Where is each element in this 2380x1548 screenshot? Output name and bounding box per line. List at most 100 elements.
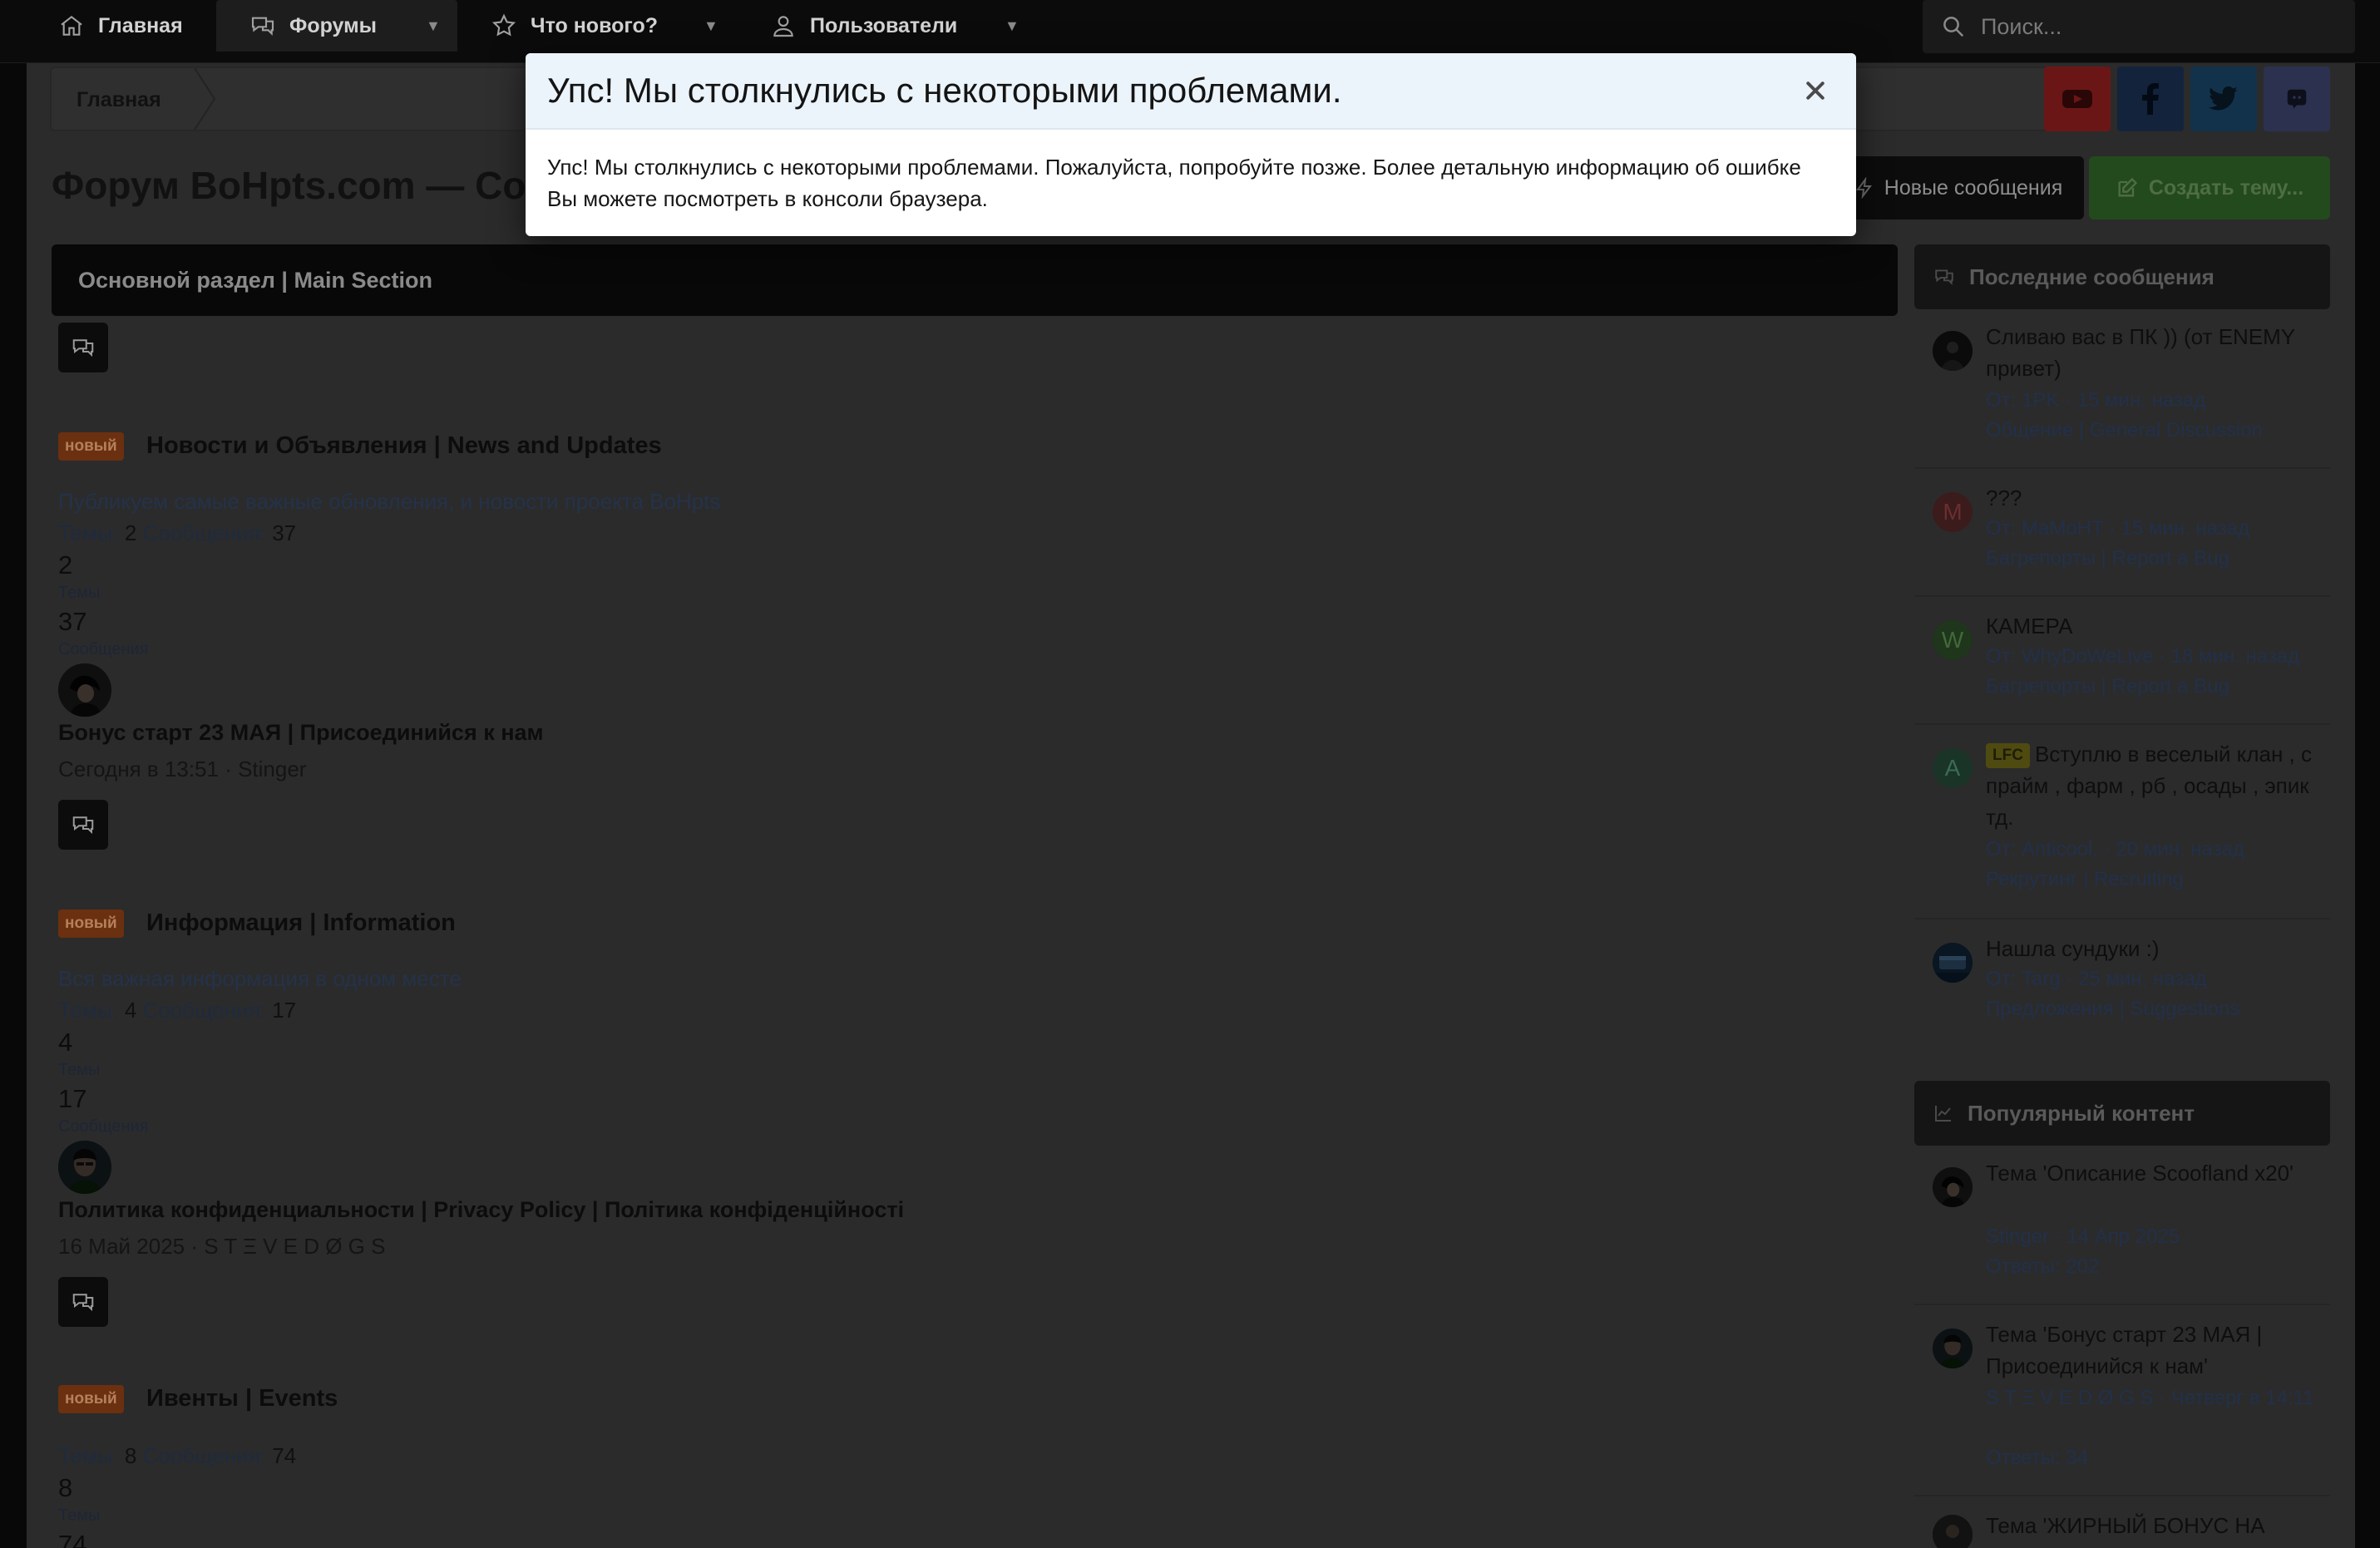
nav-whats-new-dropdown-icon[interactable]: ▼: [704, 0, 718, 52]
popular-title[interactable]: Тема 'Бонус старт 23 МАЯ | Присоединийся…: [1986, 1319, 2327, 1382]
latest-post-title[interactable]: ???: [1986, 482, 2327, 514]
posts-label: Сообщения:: [142, 520, 266, 545]
search-icon: [1943, 17, 1964, 37]
posts-count: 74: [272, 1443, 297, 1468]
last-post-title[interactable]: Бонус старт 23 МАЯ | Присоединийся к нам: [58, 720, 544, 746]
threads-big: 8: [58, 1473, 73, 1502]
avatar[interactable]: [58, 1141, 111, 1194]
forum-status-icon[interactable]: [58, 800, 108, 850]
nav-members-dropdown-icon[interactable]: ▼: [1005, 0, 1020, 52]
error-modal: Упс! Мы столкнулись с некоторыми проблем…: [526, 53, 1856, 236]
avatar[interactable]: [1933, 1167, 1973, 1207]
section-title: Основной раздел | Main Section: [78, 267, 432, 293]
divider: [1914, 595, 2330, 597]
avatar[interactable]: W: [1933, 620, 1973, 660]
popular-meta: Stinger · 14 Апр 2025: [1986, 1225, 2180, 1248]
latest-post-forum[interactable]: Предложения | Suggestions: [1986, 994, 2327, 1024]
user-avatar-icon: [1933, 1329, 1973, 1368]
nav-whats-new[interactable]: Что нового?: [491, 0, 658, 52]
latest-post-meta: От: Anticool. · 20 мин. назад: [1986, 838, 2244, 860]
latest-post-forum[interactable]: Рекрутинг | Recruiting: [1986, 865, 2327, 895]
comments-icon: [72, 339, 94, 357]
modal-body: Упс! Мы столкнулись с некоторыми проблем…: [547, 155, 1801, 211]
latest-post-meta: От: 1PK · 15 мин. назад: [1986, 389, 2206, 412]
nav-whats-new-label: Что нового?: [531, 13, 659, 37]
search-box[interactable]: [1923, 0, 2355, 53]
facebook-button[interactable]: [2117, 67, 2184, 131]
comments-icon: [251, 17, 274, 36]
section-header[interactable]: Основной раздел | Main Section: [52, 244, 1898, 316]
popular-title[interactable]: Тема 'ЖИРНЫЙ БОНУС НА: [1986, 1510, 2327, 1541]
user-avatar-icon: [58, 1141, 111, 1194]
popular-item[interactable]: Тема 'Бонус старт 23 МАЯ | Присоединийся…: [1914, 1319, 2330, 1485]
popular-item[interactable]: Тема 'Описание Scoofland x20' Stinger · …: [1914, 1157, 2330, 1290]
threads-small-label: Темы: [58, 1506, 101, 1525]
forum-status-icon[interactable]: [58, 1277, 108, 1327]
facebook-icon: [2142, 83, 2159, 115]
star-icon: [491, 13, 516, 37]
forum-title[interactable]: Информация | Information: [146, 910, 456, 937]
create-thread-label: Создать тему...: [2148, 175, 2304, 200]
latest-post-item[interactable]: Нашла сундуки :) От: Targ · 25 мин. наза…: [1914, 933, 2330, 1033]
user-avatar-icon: [1933, 1167, 1973, 1207]
last-post-title[interactable]: Политика конфиденциальности | Privacy Po…: [58, 1197, 904, 1223]
latest-post-title[interactable]: Сливаю вас в ПК )) (от ENEMY привет): [1986, 321, 2327, 384]
breadcrumb-home[interactable]: Главная: [77, 88, 161, 112]
latest-post-forum[interactable]: Багрепорты | Report a Bug: [1986, 544, 2327, 574]
latest-post-forum[interactable]: Общение | General Discussion: [1986, 416, 2327, 446]
latest-post-title[interactable]: LFC Вступлю в веселый клан , с прайм , фа…: [1986, 738, 2327, 833]
close-icon: [1806, 81, 1825, 100]
forum-stats: Темы: 4 Сообщения: 17: [58, 998, 296, 1023]
close-button[interactable]: [1796, 71, 1834, 110]
avatar[interactable]: [1933, 1515, 1973, 1548]
nav-forums-dropdown-icon[interactable]: ▼: [426, 0, 441, 52]
posts-big: 74: [58, 1530, 87, 1548]
avatar[interactable]: A: [1933, 748, 1973, 788]
popular-replies: Ответы: 202: [1986, 1255, 2100, 1278]
threads-count: 8: [124, 1443, 137, 1468]
search-input[interactable]: [1981, 13, 2330, 40]
new-badge: новый: [58, 910, 124, 938]
new-badge: новый: [58, 1385, 124, 1413]
avatar[interactable]: M: [1933, 492, 1973, 532]
avatar[interactable]: [1933, 331, 1973, 371]
nav-members[interactable]: Пользователи: [770, 0, 957, 52]
popular-title[interactable]: Тема 'Описание Scoofland x20': [1986, 1157, 2327, 1189]
forum-status-icon[interactable]: [58, 323, 108, 372]
avatar[interactable]: [1933, 1329, 1973, 1368]
threads-small-label: Темы: [58, 584, 101, 602]
latest-post-meta: От: WhyDoWeLive · 18 мин. назад: [1986, 645, 2300, 668]
posts-small-label: Сообщения: [58, 1117, 149, 1136]
latest-post-forum[interactable]: Багрепорты | Report a Bug: [1986, 672, 2327, 702]
latest-post-title[interactable]: Нашла сундуки :): [1986, 933, 2327, 964]
popular-item[interactable]: Тема 'ЖИРНЫЙ БОНУС НА: [1914, 1510, 2330, 1548]
latest-post-item[interactable]: W КАМЕРА От: WhyDoWeLive · 18 мин. назад…: [1914, 610, 2330, 710]
latest-post-item[interactable]: M ??? От: MaMoHT · 15 мин. назад Багрепо…: [1914, 482, 2330, 582]
forum-title[interactable]: Ивенты | Events: [146, 1385, 338, 1412]
discord-button[interactable]: [2264, 67, 2330, 131]
nav-home-label: Главная: [98, 13, 183, 37]
new-badge: новый: [58, 432, 124, 461]
avatar[interactable]: [1933, 943, 1973, 983]
forum-stats: Темы: 2 Сообщения: 37: [58, 520, 296, 546]
last-post-meta: Сегодня в 13:51 · Stinger: [58, 757, 307, 781]
modal-header: Упс! Мы столкнулись с некоторыми проблем…: [526, 53, 1856, 130]
latest-post-item[interactable]: Сливаю вас в ПК )) (от ENEMY привет) От:…: [1914, 321, 2330, 454]
threads-label: Темы:: [58, 520, 119, 545]
create-thread-button[interactable]: Создать тему...: [2089, 156, 2330, 219]
divider: [1914, 723, 2330, 725]
thread-prefix[interactable]: LFC: [1986, 743, 2030, 768]
avatar[interactable]: [58, 663, 111, 717]
latest-post-item[interactable]: A LFC Вступлю в веселый клан , с прайм , …: [1914, 738, 2330, 905]
nav-forums[interactable]: Форумы: [216, 0, 457, 52]
latest-post-title[interactable]: КАМЕРА: [1986, 610, 2327, 642]
youtube-icon: [2062, 90, 2092, 108]
user-icon: [773, 16, 793, 37]
forum-stats: Темы: 8 Сообщения: 74: [58, 1443, 296, 1469]
nav-home[interactable]: Главная: [58, 0, 183, 52]
twitter-button[interactable]: [2190, 67, 2257, 131]
youtube-button[interactable]: [2044, 67, 2111, 131]
new-posts-button[interactable]: Новые сообщения: [1833, 156, 2084, 219]
forum-title[interactable]: Новости и Объявления | News and Updates: [146, 432, 662, 460]
popular-content-title: Популярный контент: [1968, 1100, 2195, 1126]
